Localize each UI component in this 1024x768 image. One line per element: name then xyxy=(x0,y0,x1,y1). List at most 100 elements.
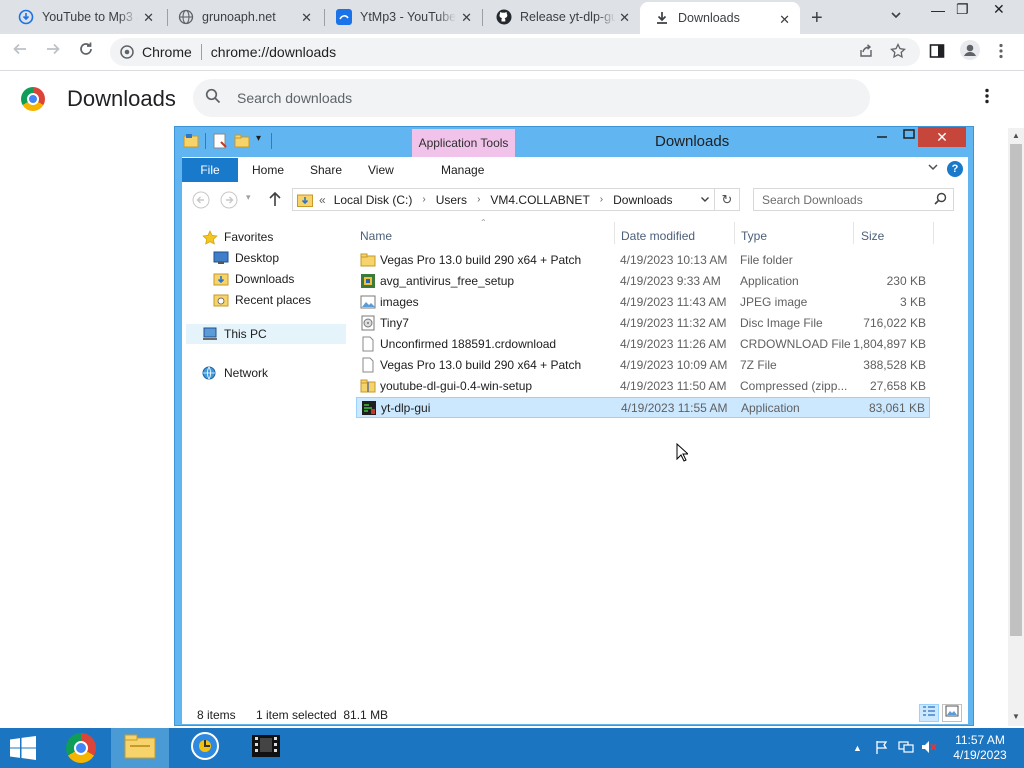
column-divider[interactable] xyxy=(853,222,854,244)
new-folder-icon[interactable] xyxy=(234,133,250,152)
taskbar-app-blue[interactable] xyxy=(176,728,234,768)
action-center-flag-icon[interactable] xyxy=(875,740,889,757)
column-header-type[interactable]: Type xyxy=(741,229,767,243)
taskbar-file-explorer[interactable] xyxy=(111,728,169,768)
expand-ribbon-chevron-icon[interactable] xyxy=(927,162,939,175)
file-date: 4/19/2023 11:32 AM xyxy=(620,316,727,330)
ribbon-tab-file[interactable]: File xyxy=(182,158,238,182)
explorer-app-icon[interactable] xyxy=(183,133,199,152)
recent-locations-chevron-icon[interactable]: ▾ xyxy=(246,192,251,203)
breadcrumb-downloads[interactable]: Downloads xyxy=(613,193,672,207)
profile-avatar-icon[interactable] xyxy=(960,40,980,64)
close-icon[interactable]: ✕ xyxy=(461,10,472,26)
breadcrumb-vm4-collabnet[interactable]: VM4.COLLABNET xyxy=(490,193,589,207)
file-row[interactable]: Vegas Pro 13.0 build 290 x64 + Patch 4/1… xyxy=(356,355,930,376)
column-divider[interactable] xyxy=(734,222,735,244)
close-icon[interactable]: ✕ xyxy=(918,127,966,147)
maximize-icon[interactable] xyxy=(902,127,916,147)
column-header-name[interactable]: Name xyxy=(360,229,392,243)
page-scrollbar[interactable]: ▲ ▼ xyxy=(1008,128,1024,726)
ribbon-tab-share[interactable]: Share xyxy=(310,163,342,177)
file-row[interactable]: Vegas Pro 13.0 build 290 x64 + Patch 4/1… xyxy=(356,250,930,271)
up-arrow-icon[interactable] xyxy=(268,191,282,210)
forward-arrow-icon[interactable] xyxy=(220,191,238,212)
nav-downloads[interactable]: Downloads xyxy=(213,272,294,286)
omnibox[interactable]: Chrome chrome://downloads xyxy=(110,38,920,66)
globe-icon xyxy=(178,9,194,25)
back-arrow-icon[interactable] xyxy=(12,41,28,62)
tab-release-yt-dlp-gui[interactable]: Release yt-dlp-gui ✕ xyxy=(482,0,640,34)
scroll-up-icon[interactable]: ▲ xyxy=(1012,131,1020,140)
help-icon[interactable]: ? xyxy=(947,161,963,177)
column-header-size[interactable]: Size xyxy=(861,229,884,243)
back-arrow-icon[interactable] xyxy=(192,191,210,212)
refresh-icon[interactable]: ↻ xyxy=(715,188,740,211)
nav-desktop[interactable]: Desktop xyxy=(213,251,279,265)
close-icon[interactable]: ✕ xyxy=(301,10,312,26)
nav-favorites[interactable]: Favorites xyxy=(202,230,273,245)
explorer-search-input[interactable]: Search Downloads xyxy=(753,188,954,211)
ribbon-tab-view[interactable]: View xyxy=(368,163,394,177)
taskbar: ▲ 11:57 AM 4/19/2023 xyxy=(0,728,1024,768)
new-tab-plus-icon[interactable]: + xyxy=(811,7,823,30)
address-breadcrumb-box[interactable]: « Local Disk (C:) › Users › VM4.COLLABNE… xyxy=(292,188,715,211)
downloads-more-icon[interactable] xyxy=(984,88,990,109)
file-row[interactable]: youtube-dl-gui-0.4-win-setup 4/19/2023 1… xyxy=(356,376,930,397)
nav-this-pc[interactable]: This PC xyxy=(186,324,346,344)
breadcrumb-chevron-icon[interactable]: › xyxy=(477,194,480,205)
application-tools-context-tab[interactable]: Application Tools xyxy=(412,129,515,157)
tab-ytmp3[interactable]: YtMp3 - YouTube ✕ xyxy=(322,0,482,34)
file-row[interactable]: avg_antivirus_free_setup 4/19/2023 9:33 … xyxy=(356,271,930,292)
tab-downloads[interactable]: Downloads ✕ xyxy=(640,2,800,34)
show-hidden-icons-chevron-icon[interactable]: ▲ xyxy=(853,743,862,753)
taskbar-chrome[interactable] xyxy=(52,728,110,768)
close-icon[interactable]: ✕ xyxy=(993,1,1005,18)
column-divider[interactable] xyxy=(933,222,934,244)
scrollbar-thumb[interactable] xyxy=(1010,144,1022,636)
downloads-search-input[interactable]: Search downloads xyxy=(193,79,870,117)
breadcrumb-users[interactable]: Users xyxy=(436,193,467,207)
share-icon[interactable] xyxy=(858,43,874,63)
properties-icon[interactable] xyxy=(212,133,228,152)
tab-search-chevron-icon[interactable] xyxy=(890,9,902,24)
ribbon-tab-manage[interactable]: Manage xyxy=(441,163,484,177)
volume-muted-icon[interactable] xyxy=(921,740,937,757)
file-row[interactable]: images 4/19/2023 11:43 AM JPEG image 3 K… xyxy=(356,292,930,313)
minimize-icon[interactable]: — xyxy=(931,2,945,18)
qat-dropdown-icon[interactable]: ▾ xyxy=(256,133,261,152)
scroll-down-icon[interactable]: ▼ xyxy=(1012,712,1020,721)
breadcrumb-chevron-icon[interactable]: › xyxy=(600,194,603,205)
omnibox-url[interactable]: chrome://downloads xyxy=(211,44,336,60)
side-panel-icon[interactable] xyxy=(929,43,945,63)
nav-recent-places[interactable]: Recent places xyxy=(213,293,311,307)
taskbar-video-app[interactable] xyxy=(237,728,295,768)
column-header-date[interactable]: Date modified xyxy=(621,229,695,243)
windows-start-icon[interactable] xyxy=(8,736,38,765)
address-dropdown-icon[interactable] xyxy=(700,193,710,207)
close-icon[interactable]: ✕ xyxy=(143,10,154,26)
breadcrumb-chevron-icon[interactable]: › xyxy=(422,194,425,205)
taskbar-clock[interactable]: 11:57 AM 4/19/2023 xyxy=(940,733,1020,763)
kebab-menu-icon[interactable] xyxy=(998,43,1004,63)
file-size: 1,804,897 KB xyxy=(853,337,926,351)
file-row[interactable]: Tiny7 4/19/2023 11:32 AM Disc Image File… xyxy=(356,313,930,334)
breadcrumb-overflow[interactable]: « xyxy=(319,193,326,207)
file-row-selected[interactable]: yt-dlp-gui 4/19/2023 11:55 AM Applicatio… xyxy=(356,397,930,418)
ribbon-tab-home[interactable]: Home xyxy=(252,163,284,177)
minimize-icon[interactable] xyxy=(875,127,889,147)
details-view-icon[interactable] xyxy=(919,704,939,722)
forward-arrow-icon[interactable] xyxy=(45,41,61,62)
bookmark-star-icon[interactable] xyxy=(890,42,906,63)
nav-network[interactable]: Network xyxy=(202,366,268,380)
file-row[interactable]: Unconfirmed 188591.crdownload 4/19/2023 … xyxy=(356,334,930,355)
large-icons-view-icon[interactable] xyxy=(942,704,962,722)
network-tray-icon[interactable] xyxy=(898,740,914,757)
breadcrumb-local-disk[interactable]: Local Disk (C:) xyxy=(334,193,413,207)
column-divider[interactable] xyxy=(614,222,615,244)
reload-icon[interactable] xyxy=(78,41,94,62)
tab-grunoaph[interactable]: grunoaph.net ✕ xyxy=(164,0,322,34)
close-icon[interactable]: ✕ xyxy=(779,12,790,28)
tab-youtube-to-mp3[interactable]: YouTube to Mp3 & ✕ xyxy=(4,0,164,34)
close-icon[interactable]: ✕ xyxy=(619,10,630,26)
restore-icon[interactable]: ❐ xyxy=(956,1,969,18)
